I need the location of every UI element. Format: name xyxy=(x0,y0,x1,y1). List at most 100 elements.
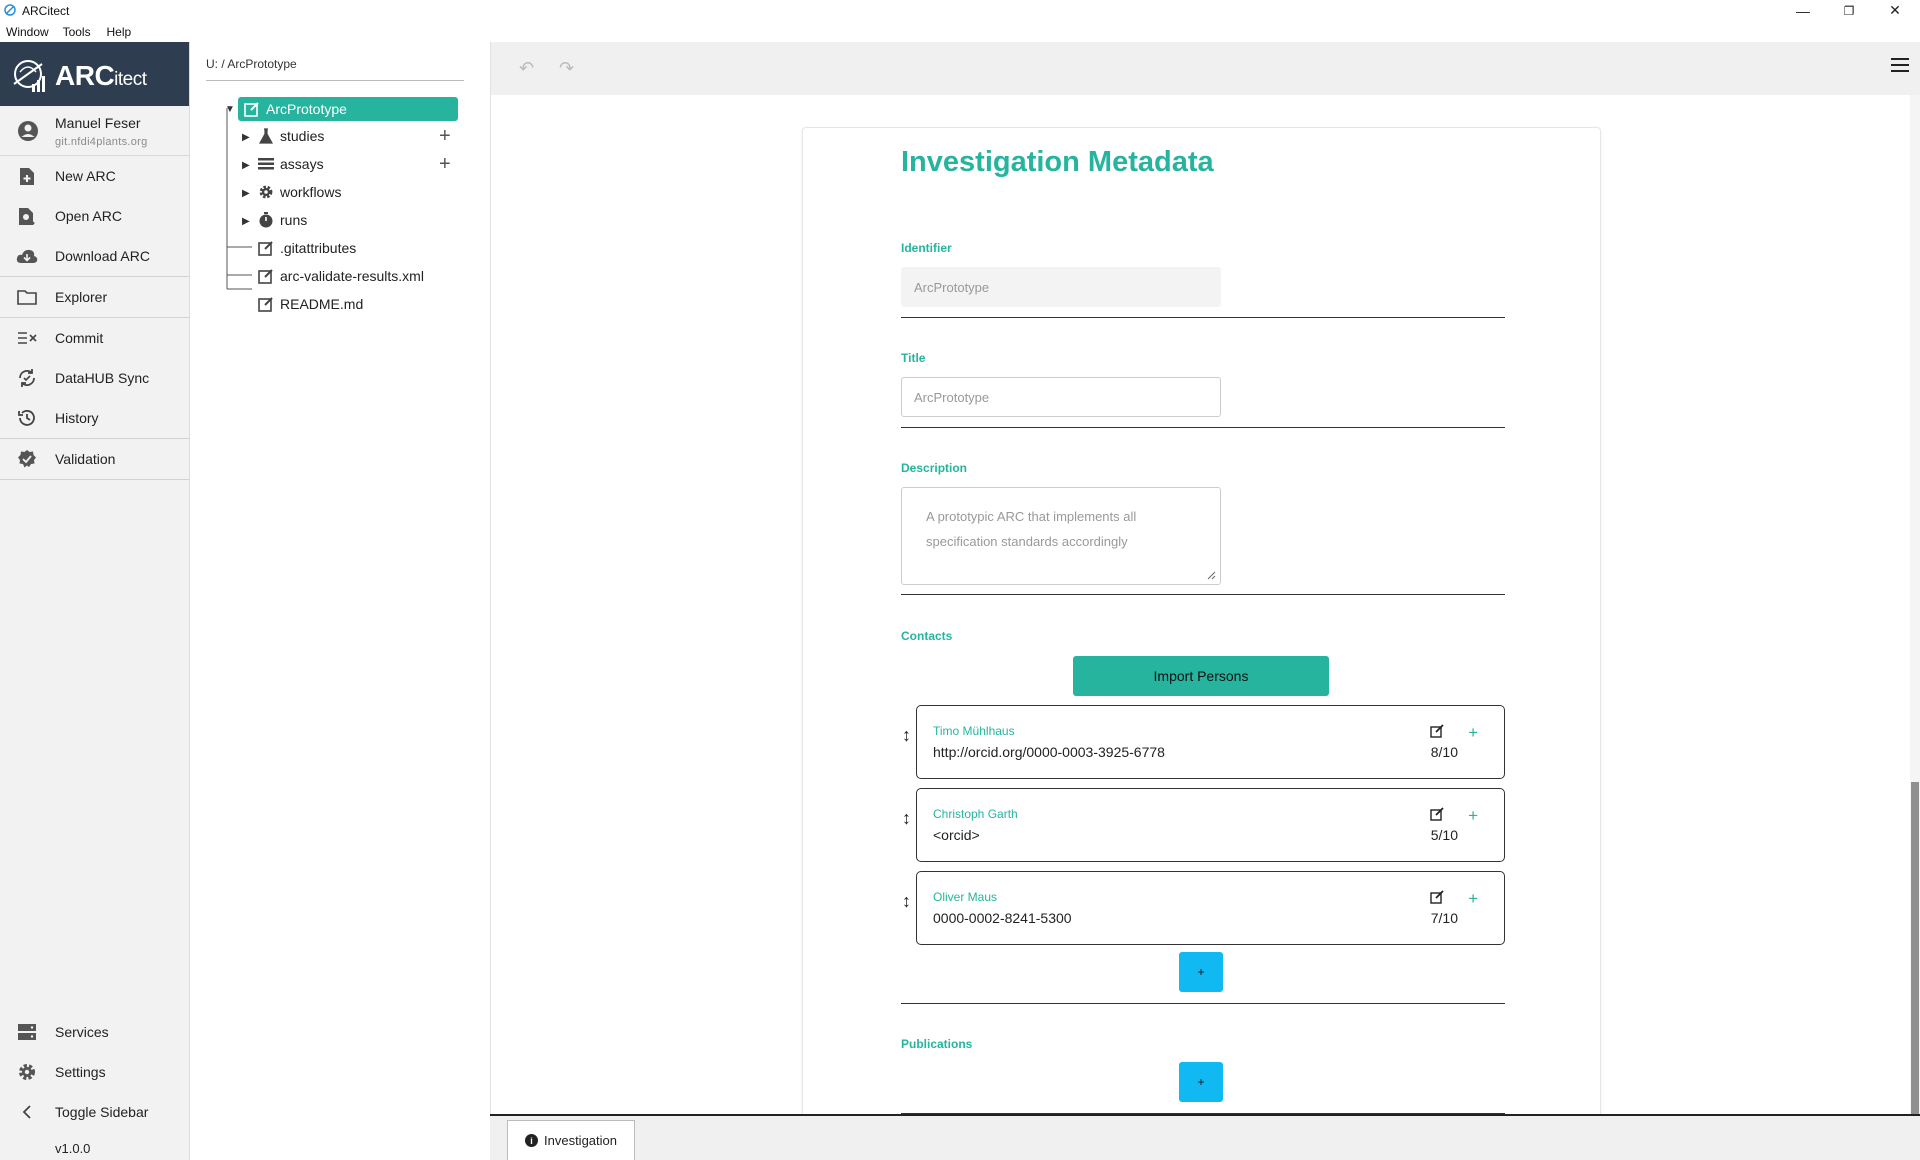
add-study-button[interactable]: + xyxy=(439,126,451,146)
chevron-left-icon xyxy=(16,1102,38,1122)
add-icon[interactable]: + xyxy=(1468,890,1478,907)
contact-card[interactable]: Oliver Maus 0000-0002-8241-5300 + 7/10 xyxy=(916,871,1505,945)
restore-button[interactable]: ❐ xyxy=(1826,0,1872,21)
contact-card[interactable]: Christoph Garth <orcid> + 5/10 xyxy=(916,788,1505,862)
contact-name: Christoph Garth xyxy=(933,807,1018,821)
open-file-icon xyxy=(16,206,38,226)
import-persons-button[interactable]: Import Persons xyxy=(1073,656,1329,696)
user-profile[interactable]: Manuel Feser git.nfdi4plants.org xyxy=(0,106,189,156)
user-avatar-icon xyxy=(18,121,38,141)
drag-handle-icon[interactable]: ↕ xyxy=(902,891,911,912)
sidebar-item-download-arc[interactable]: Download ARC xyxy=(0,236,189,276)
add-contact-button[interactable]: + xyxy=(1179,952,1223,992)
description-label: Description xyxy=(901,461,968,475)
validation-badge-icon xyxy=(16,449,38,469)
sidebar-item-open-arc[interactable]: Open ARC xyxy=(0,196,189,236)
sidebar-item-services[interactable]: Services xyxy=(0,1012,190,1052)
menu-window[interactable]: Window xyxy=(6,25,49,39)
sidebar-item-label: DataHUB Sync xyxy=(55,370,150,386)
menu-tools[interactable]: Tools xyxy=(63,25,91,39)
sidebar-item-label: Open ARC xyxy=(55,208,122,224)
sidebar-item-history[interactable]: History xyxy=(0,398,189,438)
redo-icon[interactable]: ↷ xyxy=(559,58,574,79)
title-bar: ARCitect — ❐ ✕ xyxy=(0,0,1920,21)
tree-node-label: runs xyxy=(280,212,308,228)
vertical-scrollbar[interactable] xyxy=(1910,95,1920,1114)
contact-orcid: <orcid> xyxy=(933,827,980,843)
edit-icon[interactable] xyxy=(1430,724,1444,738)
sidebar-item-validation[interactable]: Validation xyxy=(0,439,189,479)
commit-icon xyxy=(16,328,38,348)
tree-node-runs[interactable]: runs xyxy=(258,208,307,232)
undo-icon[interactable]: ↶ xyxy=(519,58,534,79)
window-title: ARCitect xyxy=(22,4,70,18)
edit-file-icon xyxy=(258,297,273,312)
contacts-label: Contacts xyxy=(901,629,953,643)
sidebar-item-toggle-sidebar[interactable]: Toggle Sidebar xyxy=(0,1092,190,1132)
history-icon xyxy=(16,408,38,428)
menu-help[interactable]: Help xyxy=(106,25,131,39)
services-icon xyxy=(16,1022,38,1042)
add-publication-button[interactable]: + xyxy=(1179,1062,1223,1102)
arcitect-logo-icon xyxy=(13,60,45,92)
contact-orcid: http://orcid.org/0000-0003-3925-6778 xyxy=(933,744,1165,760)
tree-node-gitattributes[interactable]: .gitattributes xyxy=(258,236,356,260)
tree-node-assays[interactable]: assays xyxy=(258,152,324,176)
tree-node-label: studies xyxy=(280,128,325,144)
resize-grip-icon[interactable] xyxy=(1206,570,1216,580)
sidebar-item-explorer[interactable]: Explorer xyxy=(0,277,189,317)
divider xyxy=(206,80,464,81)
divider xyxy=(901,1003,1505,1004)
add-icon[interactable]: + xyxy=(1468,724,1478,741)
tree-node-arc-validate-results[interactable]: arc-validate-results.xml xyxy=(258,264,424,288)
tree-connector-lines xyxy=(226,108,252,290)
tree-root-arcprototype[interactable]: ArcPrototype xyxy=(238,97,458,121)
sidebar-item-label: Commit xyxy=(55,330,104,346)
brand-name: ARCitect xyxy=(55,60,147,91)
user-host: git.nfdi4plants.org xyxy=(55,136,148,148)
sidebar-item-label: New ARC xyxy=(55,168,116,184)
edit-file-icon xyxy=(258,241,273,256)
drag-handle-icon[interactable]: ↕ xyxy=(902,808,911,829)
edit-icon[interactable] xyxy=(1430,807,1444,821)
minimize-button[interactable]: — xyxy=(1780,0,1826,21)
user-name: Manuel Feser xyxy=(55,115,141,131)
gear-icon xyxy=(16,1062,38,1082)
sidebar-item-label: Services xyxy=(55,1024,109,1040)
app-logo-icon xyxy=(4,4,16,16)
sync-icon xyxy=(16,368,38,388)
publications-label: Publications xyxy=(901,1037,973,1051)
tree-node-workflows[interactable]: workflows xyxy=(258,180,341,204)
title-input[interactable]: ArcPrototype xyxy=(901,377,1221,417)
tree-node-label: .gitattributes xyxy=(280,240,357,256)
tree-node-readme[interactable]: README.md xyxy=(258,292,363,316)
tab-label: Investigation xyxy=(544,1133,617,1148)
flask-icon xyxy=(258,128,274,144)
drag-handle-icon[interactable]: ↕ xyxy=(902,725,911,746)
add-icon[interactable]: + xyxy=(1468,807,1478,824)
close-button[interactable]: ✕ xyxy=(1872,0,1918,21)
edit-icon[interactable] xyxy=(1430,890,1444,904)
edit-file-icon xyxy=(258,269,273,284)
contact-orcid: 0000-0002-8241-5300 xyxy=(933,910,1072,926)
sidebar-item-datahub-sync[interactable]: DataHUB Sync xyxy=(0,358,189,398)
list-icon xyxy=(258,158,274,170)
editor-toolbar: ↶ ↷ xyxy=(491,42,1920,95)
tree-node-label: assays xyxy=(280,156,324,172)
sidebar-item-label: Settings xyxy=(55,1064,106,1080)
sidebar-item-commit[interactable]: Commit xyxy=(0,318,189,358)
add-assay-button[interactable]: + xyxy=(439,154,451,174)
hamburger-menu-icon[interactable] xyxy=(1891,58,1909,74)
folder-icon xyxy=(16,287,38,307)
scrollbar-thumb[interactable] xyxy=(1911,782,1919,1114)
identifier-label: Identifier xyxy=(901,241,952,255)
contact-card[interactable]: Timo Mühlhaus http://orcid.org/0000-0003… xyxy=(916,705,1505,779)
info-icon: i xyxy=(525,1134,538,1147)
new-file-icon xyxy=(16,166,38,186)
investigation-form: Investigation Metadata Identifier ArcPro… xyxy=(802,127,1601,1127)
tab-investigation[interactable]: i Investigation xyxy=(507,1120,635,1160)
tree-node-studies[interactable]: studies xyxy=(258,124,324,148)
sidebar-item-new-arc[interactable]: New ARC xyxy=(0,156,189,196)
sidebar-item-settings[interactable]: Settings xyxy=(0,1052,190,1092)
description-textarea[interactable]: A prototypic ARC that implements all spe… xyxy=(901,487,1221,585)
